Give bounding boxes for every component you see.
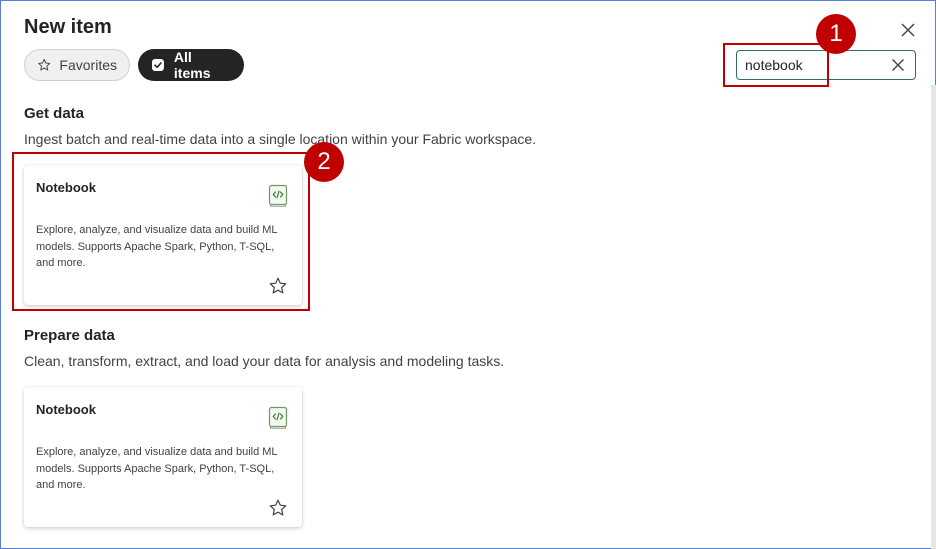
all-items-filter-button[interactable]: All items [138,49,244,81]
star-outline-icon [38,58,51,71]
notebook-icon [268,406,288,429]
checkbox-checked-icon [151,59,164,71]
card-description: Explore, analyze, and visualize data and… [36,446,278,491]
card-title: Notebook [36,402,96,417]
step-badge-2: 2 [304,142,344,182]
new-item-dialog: New item Favorites All items Get data In… [0,0,936,549]
filter-pills: Favorites All items [24,49,244,81]
favorite-star-icon[interactable] [268,498,288,518]
card-description: Explore, analyze, and visualize data and… [36,224,278,269]
section-description-get-data: Ingest batch and real-time data into a s… [24,131,537,147]
section-title-get-data: Get data [24,105,85,122]
close-button[interactable] [897,19,919,41]
notebook-card-get-data[interactable]: Notebook Explore, analyze, and visualize… [24,165,302,305]
notebook-card-prepare-data[interactable]: Notebook Explore, analyze, and visualize… [24,387,302,527]
favorite-star-icon[interactable] [268,276,288,296]
clear-search-icon[interactable] [891,58,905,72]
scrollbar[interactable] [931,85,936,549]
section-description-prepare-data: Clean, transform, extract, and load your… [24,353,505,369]
notebook-icon [268,184,288,207]
favorites-filter-button[interactable]: Favorites [24,49,130,81]
card-title: Notebook [36,180,96,195]
favorites-label: Favorites [59,57,117,73]
section-title-prepare-data: Prepare data [24,327,115,344]
search-box [736,50,916,80]
close-icon [901,23,915,37]
all-items-label: All items [173,49,211,81]
dialog-title: New item [24,16,112,38]
search-input[interactable] [745,57,875,73]
step-badge-1: 1 [816,14,856,54]
